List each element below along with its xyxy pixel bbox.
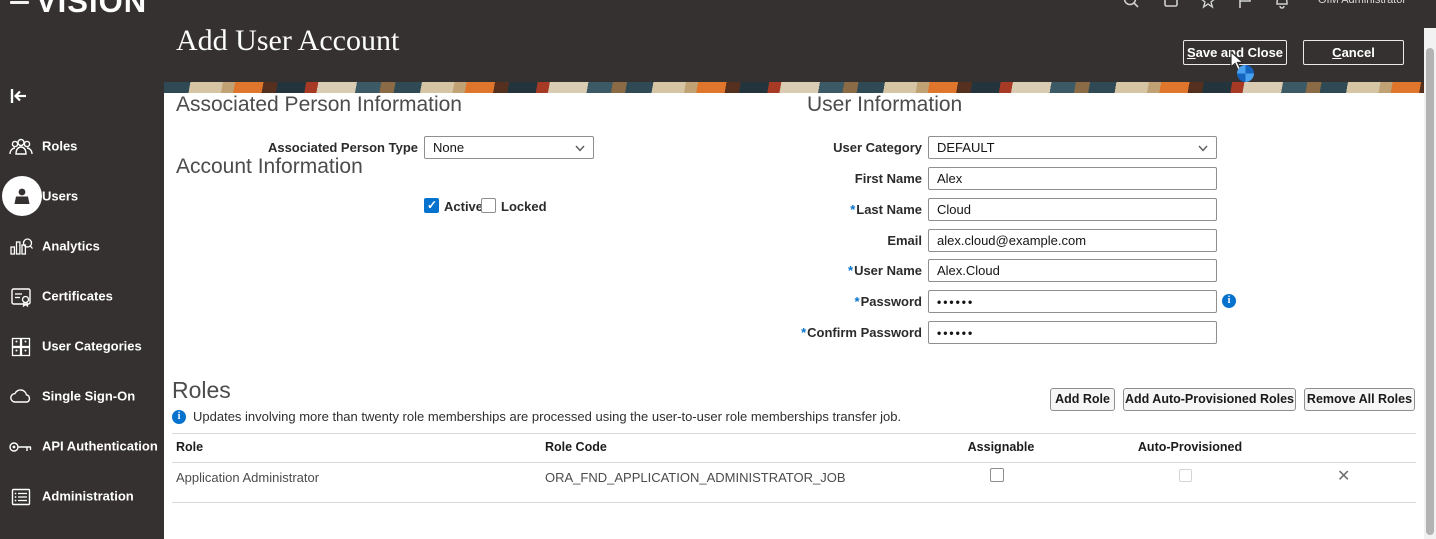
active-label: Active	[444, 199, 484, 214]
assignable-checkbox[interactable]	[990, 468, 1004, 482]
associated-person-type-label: Associated Person Type	[267, 140, 418, 155]
collapse-sidebar-icon[interactable]	[10, 88, 28, 109]
assignable-column-header: Assignable	[967, 440, 1035, 454]
email-label: Email	[887, 233, 922, 248]
first-name-label: First Name	[854, 171, 922, 186]
chevron-down-icon	[1198, 145, 1208, 152]
save-and-close-button[interactable]: Save and Close	[1183, 40, 1287, 65]
confirm-password-field[interactable]	[928, 321, 1217, 344]
sidebar-item-label: Analytics	[42, 238, 100, 254]
table-top-border	[172, 433, 1416, 434]
sidebar-item-label: Certificates	[42, 288, 113, 304]
associated-person-heading: Associated Person Information	[176, 93, 462, 116]
role-code-column-header: Role Code	[545, 440, 607, 454]
associated-person-type-select[interactable]: None	[424, 136, 594, 159]
sidebar-item-single-sign-on[interactable]: Single Sign-On	[0, 376, 164, 416]
menu-icon[interactable]	[10, 0, 29, 5]
home-icon[interactable]	[1162, 0, 1180, 11]
confirm-password-label: Confirm Password	[712, 325, 922, 340]
favorites-icon[interactable]	[1199, 0, 1217, 11]
account-information-heading: Account Information	[176, 155, 363, 178]
sidebar-item-label: Single Sign-On	[42, 388, 136, 404]
certificates-icon	[7, 283, 35, 311]
sidebar-item-label: User Categories	[42, 338, 142, 354]
sidebar-item-certificates[interactable]: Certificates	[0, 276, 164, 316]
table-row-border	[172, 502, 1416, 503]
last-name-label: Last Name	[712, 202, 922, 217]
api-authentication-icon	[7, 433, 35, 461]
user-categories-icon	[7, 333, 35, 361]
scrollbar-header-cap	[1424, 0, 1436, 28]
sidebar-item-roles[interactable]: Roles	[0, 126, 164, 166]
sidebar-item-user-categories[interactable]: User Categories	[0, 326, 164, 366]
active-checkbox[interactable]	[424, 198, 439, 213]
last-name-field[interactable]	[928, 198, 1217, 221]
locked-checkbox[interactable]	[481, 198, 496, 213]
vision-logo: VISION	[36, 0, 148, 19]
user-information-heading: User Information	[807, 93, 963, 116]
flag-icon[interactable]	[1236, 0, 1254, 11]
add-role-button[interactable]: Add Role	[1050, 388, 1115, 411]
role-column-header: Role	[176, 440, 204, 454]
user-name-label: User Name	[712, 263, 922, 278]
cancel-button[interactable]: Cancel	[1303, 40, 1404, 65]
scrollbar-thumb[interactable]	[1426, 48, 1434, 535]
remove-row-icon[interactable]: ✕	[1337, 466, 1350, 486]
add-auto-provisioned-roles-button[interactable]: Add Auto-Provisioned Roles	[1123, 388, 1296, 411]
notifications-icon[interactable]	[1273, 0, 1291, 11]
administration-icon	[7, 483, 35, 511]
decorative-banner	[164, 82, 1424, 93]
auto-provisioned-column-header: Auto-Provisioned	[1137, 440, 1243, 454]
page-title: Add User Account	[176, 24, 400, 57]
role-code-cell: ORA_FND_APPLICATION_ADMINISTRATOR_JOB	[545, 470, 846, 485]
sidebar-item-users[interactable]: Users	[0, 176, 164, 216]
chevron-down-icon	[575, 145, 585, 152]
roles-heading: Roles	[172, 377, 231, 403]
info-icon: i	[172, 410, 186, 424]
search-icon[interactable]	[1122, 0, 1140, 11]
password-field[interactable]	[928, 290, 1217, 313]
roles-icon	[7, 133, 35, 161]
user-category-select[interactable]: DEFAULT	[928, 136, 1217, 159]
remove-all-roles-button[interactable]: Remove All Roles	[1304, 388, 1415, 411]
email-field[interactable]	[928, 229, 1217, 252]
sidebar-item-label: Users	[42, 188, 79, 204]
table-header-border	[172, 462, 1416, 463]
associated-person-type-value: None	[433, 140, 465, 155]
roles-info-text: Updates involving more than twenty role …	[193, 409, 902, 424]
sidebar-item-analytics[interactable]: Analytics	[0, 226, 164, 266]
sidebar-item-api-authentication[interactable]: API Authentication	[0, 426, 164, 466]
sidebar-item-administration[interactable]: Administration	[0, 476, 164, 516]
vertical-scrollbar	[1424, 0, 1436, 539]
password-label: Password	[712, 294, 922, 309]
analytics-icon	[7, 233, 35, 261]
sidebar-item-label: Roles	[42, 138, 78, 154]
password-info-icon[interactable]: i	[1222, 294, 1236, 308]
user-category-label: User Category	[833, 140, 922, 155]
single-sign-on-icon	[7, 383, 35, 411]
locked-label: Locked	[501, 199, 547, 214]
user-category-value: DEFAULT	[937, 140, 995, 155]
first-name-field[interactable]	[928, 167, 1217, 190]
users-icon	[2, 176, 42, 216]
add-user-account-page: VISION Add User Account OIM Administrato…	[0, 0, 1436, 539]
sidebar-item-label: API Authentication	[42, 438, 158, 454]
auto-provisioned-checkbox[interactable]	[1179, 469, 1192, 482]
signed-in-user-label[interactable]: OIM Administrator	[1318, 0, 1418, 6]
role-cell: Application Administrator	[176, 470, 320, 485]
sidebar-item-label: Administration	[42, 488, 134, 504]
user-name-field[interactable]	[928, 259, 1217, 282]
